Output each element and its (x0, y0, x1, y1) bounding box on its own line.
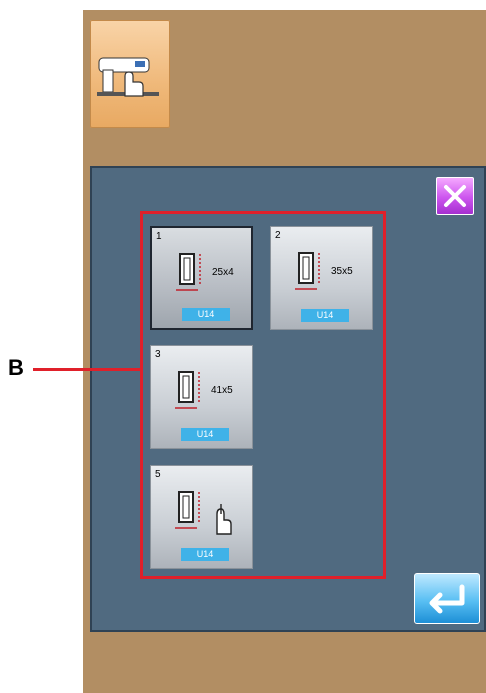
tile-badge: U14 (181, 548, 229, 561)
pattern-tile-5[interactable]: 5 U14 (150, 465, 253, 569)
enter-icon (429, 584, 465, 614)
pattern-tile-1[interactable]: 1 25x4 U14 (150, 226, 253, 330)
tile-number: 5 (155, 469, 161, 480)
tile-size: 41x5 (211, 385, 233, 396)
tile-badge: U14 (181, 428, 229, 441)
buttonhole-pattern-icon (175, 491, 200, 529)
tile-size: 35x5 (331, 266, 353, 277)
sewing-machine-hand-icon (97, 57, 159, 97)
buttonhole-pattern-icon (175, 371, 200, 409)
close-icon (444, 185, 466, 207)
sewing-mode-button[interactable] (90, 20, 170, 128)
tile-number: 1 (156, 231, 162, 242)
tile-badge: U14 (301, 309, 349, 322)
close-button[interactable] (436, 177, 474, 215)
pattern-tile-3[interactable]: 3 41x5 U14 (150, 345, 253, 449)
callout-label: B (8, 355, 24, 380)
pattern-tile-2[interactable]: 2 35x5 U14 (270, 226, 373, 330)
buttonhole-pattern-icon (176, 253, 201, 291)
hand-pointer-icon (216, 504, 232, 535)
enter-button[interactable] (414, 573, 480, 624)
tile-number: 2 (275, 230, 281, 241)
tile-number: 3 (155, 349, 161, 360)
callout-line (33, 368, 140, 371)
tile-size: 25x4 (212, 267, 234, 278)
tile-badge: U14 (182, 308, 230, 321)
buttonhole-pattern-icon (295, 252, 320, 290)
